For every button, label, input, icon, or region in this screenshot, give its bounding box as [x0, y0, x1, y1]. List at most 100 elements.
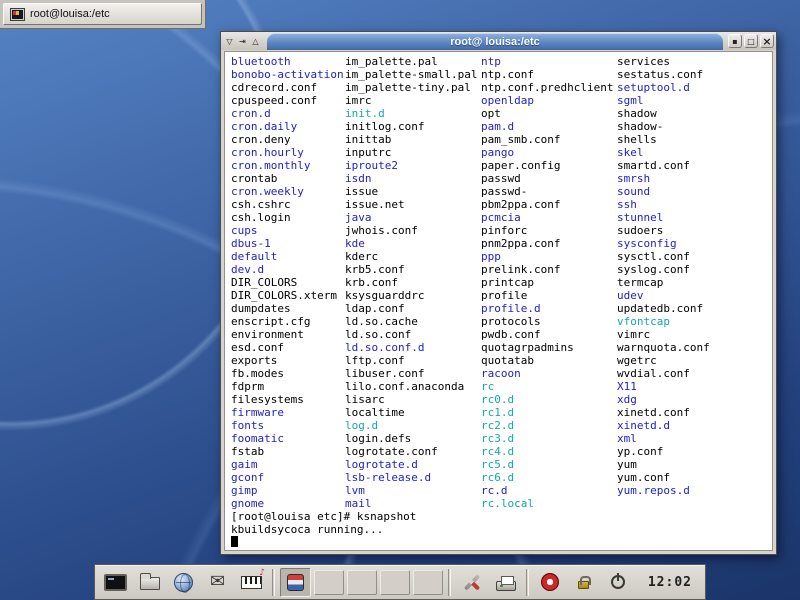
file-entry: racoon — [481, 367, 617, 380]
file-entry: rc3.d — [481, 432, 617, 445]
file-entry: yum.conf — [617, 471, 767, 484]
file-entry: java — [345, 211, 481, 224]
shade-icon[interactable]: △ — [249, 34, 262, 49]
terminal-icon — [104, 574, 127, 591]
file-entry: firmware — [231, 406, 345, 419]
web-browser-launcher[interactable] — [168, 568, 199, 597]
file-entry: sound — [617, 185, 767, 198]
file-entry: bonobo-activation — [231, 68, 345, 81]
file-entry: xml — [617, 432, 767, 445]
file-entry: esd.conf — [231, 341, 345, 354]
minimize-button[interactable]: ▪ — [728, 34, 742, 48]
empty-slot — [347, 570, 377, 595]
file-entry: enscript.cfg — [231, 315, 345, 328]
file-entry: rc1.d — [481, 406, 617, 419]
panel-items: ✉ 12:02 — [100, 568, 700, 597]
file-entry: rc0.d — [481, 393, 617, 406]
file-entry: wgetrc — [617, 354, 767, 367]
file-entry: quotatab — [481, 354, 617, 367]
mail-launcher[interactable]: ✉ — [202, 568, 233, 597]
file-entry: ntp — [481, 55, 617, 68]
maximize-button[interactable]: □ — [744, 34, 758, 48]
file-entry: crontab — [231, 172, 345, 185]
file-entry: shadow — [617, 107, 767, 120]
printer-icon — [496, 581, 516, 591]
titlebar[interactable]: ▽ ⇥ △ root@ louisa:/etc ▪ □ × — [221, 32, 776, 50]
file-entry: fstab — [231, 445, 345, 458]
file-entry: krb5.conf — [345, 263, 481, 276]
file-entry: DIR_COLORS.xterm — [231, 289, 345, 302]
logout-button[interactable] — [602, 568, 633, 597]
file-entry: lilo.conf.anaconda — [345, 380, 481, 393]
folder-icon — [140, 577, 160, 590]
mail-icon: ✉ — [210, 573, 225, 591]
file-entry: fonts — [231, 419, 345, 432]
file-entry: ppp — [481, 250, 617, 263]
panel-clock[interactable]: 12:02 — [640, 575, 700, 590]
file-entry: vfontcap — [617, 315, 767, 328]
file-entry: rc — [481, 380, 617, 393]
close-button[interactable]: × — [760, 34, 774, 48]
file-entry: login.defs — [345, 432, 481, 445]
file-entry: ld.so.conf.d — [345, 341, 481, 354]
system-tools-launcher[interactable] — [456, 568, 487, 597]
file-entry: ssh — [617, 198, 767, 211]
menu-arrow-icon[interactable]: ▽ — [223, 34, 236, 49]
file-entry: cups — [231, 224, 345, 237]
multimedia-launcher[interactable] — [236, 568, 267, 597]
file-column: bluetoothbonobo-activationcdrecord.confc… — [231, 55, 345, 510]
file-entry: skel — [617, 146, 767, 159]
panel-separator — [526, 569, 529, 596]
prompt-line: [root@louisa etc]# ksnapshot — [231, 510, 772, 523]
terminal-launcher[interactable] — [100, 568, 131, 597]
piano-icon — [241, 576, 262, 589]
active-task-button[interactable] — [280, 568, 311, 597]
konsole-icon — [10, 8, 25, 21]
file-entry: xdg — [617, 393, 767, 406]
desktop-background: root@louisa:/etc ▽ ⇥ △ root@ louisa:/etc… — [0, 0, 800, 600]
file-entry: cron.weekly — [231, 185, 345, 198]
file-entry: openldap — [481, 94, 617, 107]
file-listing: bluetoothbonobo-activationcdrecord.confc… — [231, 55, 772, 510]
file-entry: im_palette-tiny.pal — [345, 81, 481, 94]
titlebar-right-buttons: ▪ □ × — [728, 34, 774, 48]
file-column: servicessestatus.confsetuptool.dsgmlshad… — [617, 55, 767, 510]
file-entry: ntp.conf.predhclient — [481, 81, 617, 94]
file-entry: environment — [231, 328, 345, 341]
file-entry: yp.conf — [617, 445, 767, 458]
file-entry: im_palette-small.pal — [345, 68, 481, 81]
file-entry: pwdb.conf — [481, 328, 617, 341]
empty-slot — [413, 570, 443, 595]
file-entry: fb.modes — [231, 367, 345, 380]
tab-arrow-icon[interactable]: ⇥ — [236, 34, 249, 49]
update-ring-icon — [541, 573, 559, 591]
file-entry: rc5.d — [481, 458, 617, 471]
taskbar-window-button[interactable]: root@louisa:/etc — [3, 3, 202, 25]
file-entry: rc2.d — [481, 419, 617, 432]
printer-launcher[interactable] — [490, 568, 521, 597]
file-entry: warnquota.conf — [617, 341, 767, 354]
file-entry: passwd — [481, 172, 617, 185]
file-entry: xinetd.conf — [617, 406, 767, 419]
file-entry: foomatic — [231, 432, 345, 445]
update-notifier-button[interactable] — [534, 568, 565, 597]
file-entry: passwd- — [481, 185, 617, 198]
file-entry: prelink.conf — [481, 263, 617, 276]
file-entry: lvm — [345, 484, 481, 497]
file-entry: log.d — [345, 419, 481, 432]
file-entry: X11 — [617, 380, 767, 393]
file-entry: kde — [345, 237, 481, 250]
file-entry: sudoers — [617, 224, 767, 237]
file-entry: fdprm — [231, 380, 345, 393]
lock-screen-button[interactable] — [568, 568, 599, 597]
file-entry: pbm2ppa.conf — [481, 198, 617, 211]
file-entry: udev — [617, 289, 767, 302]
file-manager-launcher[interactable] — [134, 568, 165, 597]
file-entry: pnm2ppa.conf — [481, 237, 617, 250]
terminal-screen[interactable]: bluetoothbonobo-activationcdrecord.confc… — [224, 51, 773, 551]
file-entry: gaim — [231, 458, 345, 471]
file-entry: ldap.conf — [345, 302, 481, 315]
status-line: kbuildsycoca running... — [231, 523, 772, 536]
file-entry: vimrc — [617, 328, 767, 341]
lock-icon — [578, 581, 589, 589]
